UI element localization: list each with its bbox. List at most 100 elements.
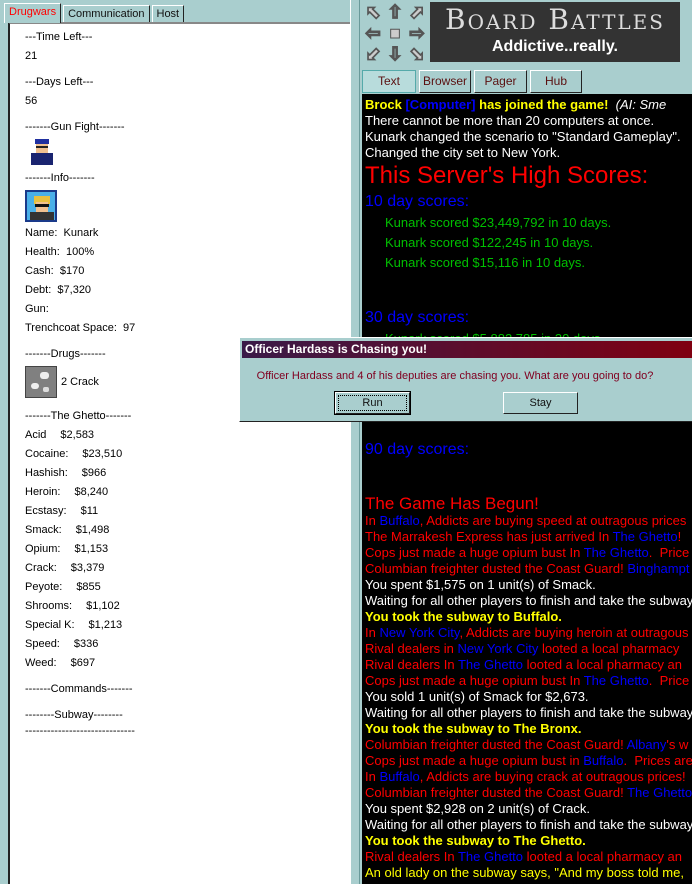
log-text: You took the subway to The Bronx. [365, 721, 582, 736]
high-scores-title: This Server's High Scores: [365, 162, 649, 189]
arrow-up-right-icon[interactable]: ⬈ [406, 2, 428, 23]
board-battles-logo: Board Battles Addictive..really. [430, 2, 680, 62]
run-button[interactable]: Run [334, 391, 411, 415]
log-line: You spent $1,575 on 1 unit(s) of Smack. [365, 577, 692, 593]
log-text: In [365, 769, 380, 784]
arrow-down-right-icon[interactable]: ⬊ [406, 44, 428, 65]
drugwars-panel: ---Time Left--- 21 ---Days Left--- 56 --… [8, 22, 350, 884]
direction-pad: ⬉ ⇧ ⬈ ⇦ ■ ⇨ ⬋ ⇩ ⬊ [362, 2, 428, 65]
player-cash: Cash: $170 [25, 265, 85, 277]
drug-price: $23,510 [82, 448, 123, 460]
log-line: Brock [Computer] has joined the game! (A… [365, 97, 692, 113]
drug-name: Crack: [25, 562, 57, 574]
pager-button[interactable]: Pager [474, 70, 527, 93]
commands-label: -------Commands------- [25, 683, 133, 695]
price-row[interactable]: Opium: $1,153 [25, 540, 350, 559]
log-text: 's w [666, 737, 689, 752]
log-text: , Addicts are buying speed at outragous … [419, 513, 687, 528]
score-entry: Kunark scored $122,245 in 10 days. [385, 235, 594, 250]
price-row[interactable]: Smack: $1,498 [25, 521, 350, 540]
time-left-label: ---Time Left--- [25, 31, 93, 43]
player-name: Name: Kunark [25, 227, 99, 239]
center-square-icon[interactable]: ■ [384, 23, 406, 44]
police-chase-dialog: Officer Hardass is Chasing you! Officer … [239, 337, 692, 422]
text-button[interactable]: Text [362, 70, 416, 93]
log-line: An old lady on the subway says, "And my … [365, 865, 692, 881]
arrow-left-icon[interactable]: ⇦ [362, 23, 384, 44]
log-text: Columbian freighter dusted the Coast Gua… [365, 561, 628, 576]
logo-title: Board Battles [445, 3, 665, 36]
log-line: Waiting for all other players to finish … [365, 817, 692, 833]
drug-name: Peyote: [25, 581, 63, 593]
log-location: Buffalo [379, 769, 420, 784]
log-text: Rival dealers In [365, 657, 458, 672]
police-officer-icon[interactable] [29, 139, 55, 165]
hub-button[interactable]: Hub [530, 70, 582, 93]
stay-button[interactable]: Stay [503, 392, 578, 414]
score-entry: Kunark scored $15,116 in 10 days. [385, 255, 585, 270]
tab-host[interactable]: Host [151, 5, 185, 23]
log-line: Columbian freighter dusted the Coast Gua… [365, 785, 692, 801]
price-row[interactable]: Shrooms: $1,102 [25, 597, 350, 616]
price-row[interactable]: Peyote: $855 [25, 578, 350, 597]
arrow-up-left-icon[interactable]: ⬉ [362, 2, 384, 23]
price-row[interactable]: Cocaine: $23,510 [25, 445, 350, 464]
score-entry: Kunark scored $23,449,792 in 10 days. [385, 215, 612, 230]
player-debt: Debt: $7,320 [25, 284, 92, 296]
tab-drugwars[interactable]: Drugwars [4, 3, 62, 23]
log-location: New York City [457, 641, 539, 656]
log-text: There cannot be more than 20 computers a… [365, 113, 655, 128]
drug-price: $1,153 [74, 543, 109, 555]
arrow-up-icon[interactable]: ⇧ [384, 2, 406, 23]
splitter-handle[interactable] [350, 0, 360, 884]
log-text: , Addicts are buying crack at outragous … [419, 769, 686, 784]
arrow-down-icon[interactable]: ⇩ [384, 44, 406, 65]
log-text: The Marrakesh Express has just arrived I… [365, 529, 613, 544]
log-text: Rival dealers in [365, 641, 458, 656]
log-location: [Computer] [405, 97, 476, 112]
log-text: You sold 1 unit(s) of Smack for $2,673. [365, 689, 589, 704]
log-text: looted a local pharmacy an [523, 849, 683, 864]
ninety-day-scores-label: 90 day scores: [365, 441, 470, 458]
price-row[interactable]: Heroin: $8,240 [25, 483, 350, 502]
drug-price: $966 [81, 467, 107, 479]
price-row[interactable]: Crack: $3,379 [25, 559, 350, 578]
log-text: , Addicts are buying heroin at outragous [459, 625, 689, 640]
drug-price: $2,583 [60, 429, 95, 441]
player-avatar [25, 190, 57, 222]
log-location: Albany [626, 737, 667, 752]
log-text: In [365, 625, 380, 640]
log-text: . Prices are [623, 753, 692, 768]
log-text: Waiting for all other players to finish … [365, 705, 692, 720]
drug-name: Cocaine: [25, 448, 69, 460]
price-row[interactable]: Hashish: $966 [25, 464, 350, 483]
dialog-message: Officer Hardass and 4 of his deputies ar… [256, 370, 654, 382]
arrow-down-left-icon[interactable]: ⬋ [362, 44, 384, 65]
price-row[interactable]: Weed: $697 [25, 654, 350, 673]
price-row[interactable]: Special K: $1,213 [25, 616, 350, 635]
log-location: The Ghetto [457, 657, 524, 672]
view-buttons: Text Browser Pager Hub [362, 70, 585, 93]
log-text: Kunark changed the scenario to "Standard… [365, 129, 681, 144]
log-line: You took the subway to The Bronx. [365, 721, 692, 737]
log-line: You took the subway to The Ghetto. [365, 833, 692, 849]
tab-communication[interactable]: Communication [63, 5, 150, 23]
drug-price: $3,379 [70, 562, 105, 574]
drug-name: Hashish: [25, 467, 68, 479]
game-begun-heading: The Game Has Begun! [365, 494, 539, 513]
arrow-right-icon[interactable]: ⇨ [406, 23, 428, 44]
log-text: Waiting for all other players to finish … [365, 593, 692, 608]
trenchcoat-space: Trenchcoat Space: 97 [25, 322, 136, 334]
game-log[interactable]: Brock [Computer] has joined the game! (A… [362, 94, 692, 884]
price-row[interactable]: Speed: $336 [25, 635, 350, 654]
thirty-day-scores-label: 30 day scores: [365, 309, 470, 326]
price-row[interactable]: Acid $2,583 [25, 426, 350, 445]
log-line: In Buffalo, Addicts are buying speed at … [365, 513, 692, 529]
log-text: (AI: Sme [608, 97, 667, 112]
drug-price: $1,498 [75, 524, 110, 536]
price-row[interactable]: Ecstasy: $11 [25, 502, 350, 521]
player-health: Health: 100% [25, 246, 95, 258]
drug-name: Special K: [25, 619, 75, 631]
browser-button[interactable]: Browser [419, 70, 471, 93]
gun-fight-label: -------Gun Fight------- [25, 121, 125, 133]
